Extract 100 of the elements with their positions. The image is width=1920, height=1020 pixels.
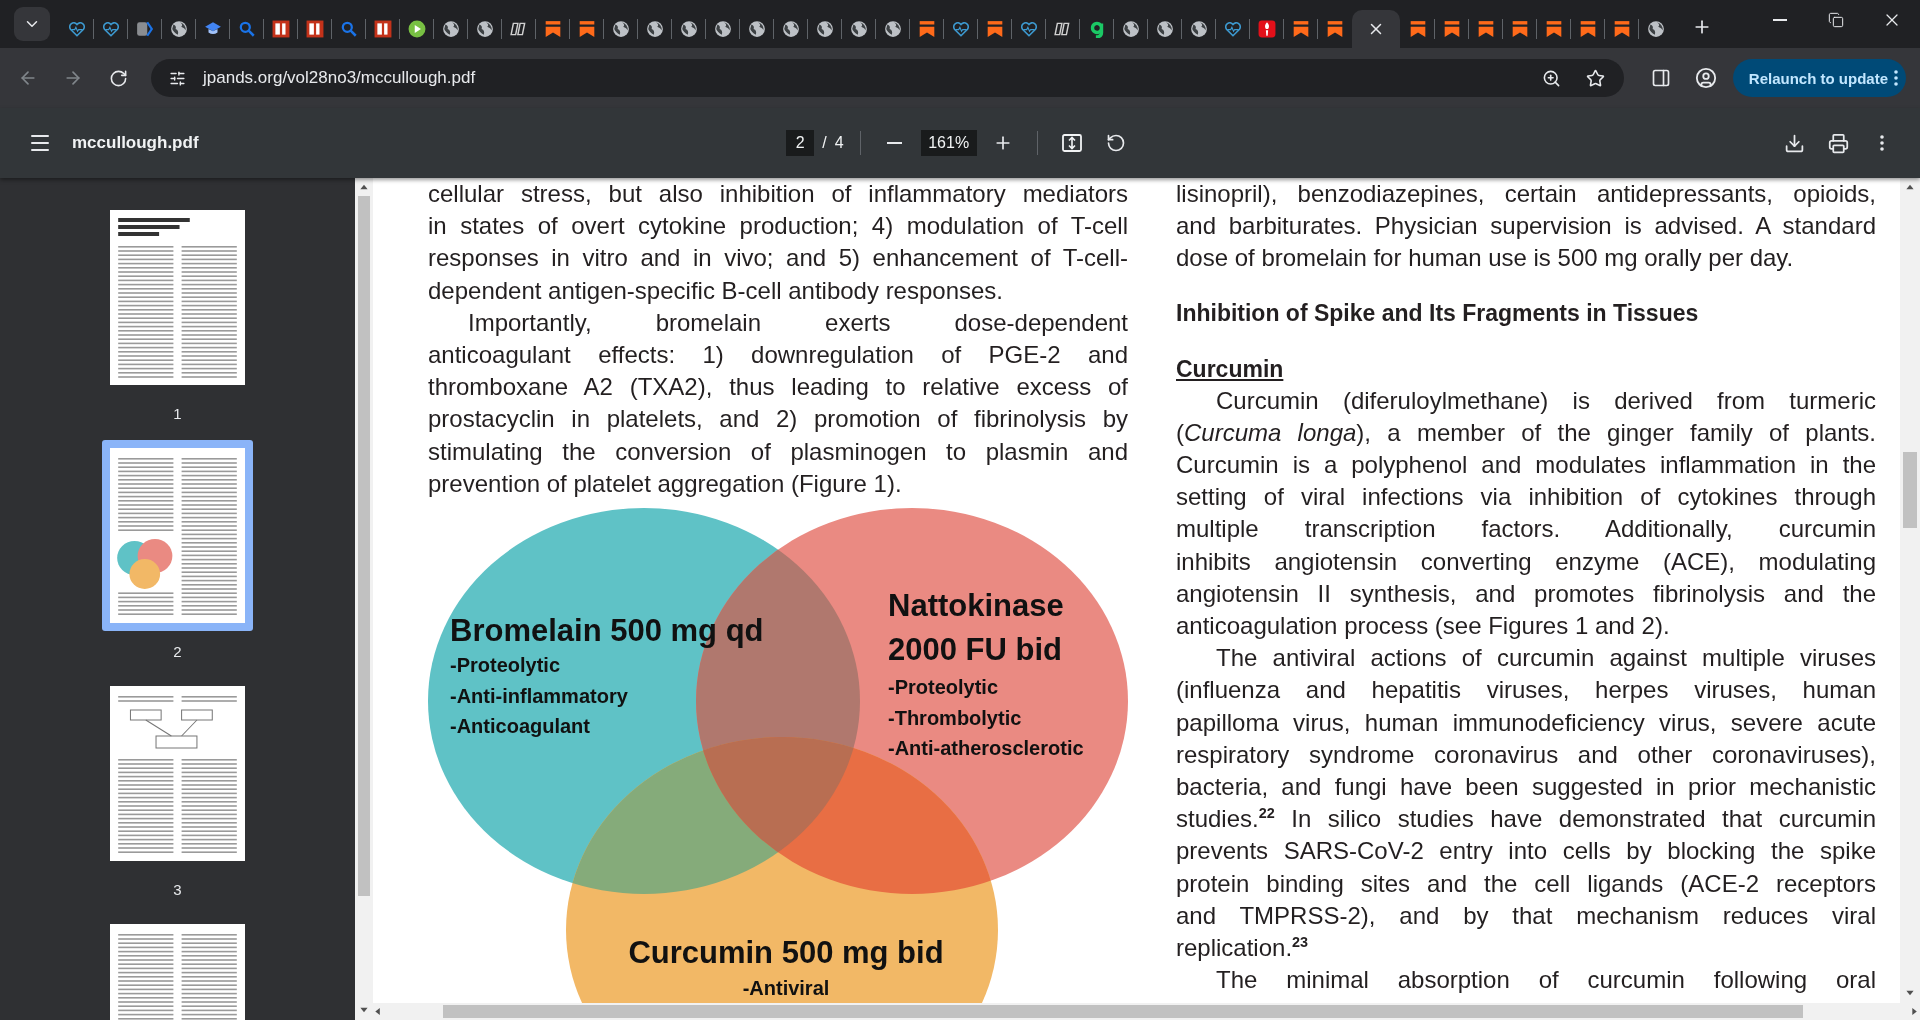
download-icon	[1783, 132, 1805, 154]
globe-icon	[1155, 20, 1174, 38]
minus-icon	[1773, 19, 1787, 21]
paragraph-text: The minimal absorption of curcumin following oral	[1215, 965, 1876, 996]
address-bar[interactable]: jpands.org/vol28no3/mccullough.pdf	[151, 59, 1624, 97]
bookmark-icon	[1408, 20, 1427, 38]
bookmark-icon	[985, 20, 1004, 38]
venn-item: -Thrombolytic	[888, 705, 1022, 731]
logo-icon	[271, 20, 290, 38]
venn-item: -Proteolytic	[888, 675, 999, 701]
page-number-field[interactable]: 2	[786, 130, 815, 156]
scroll-left-icon[interactable]	[373, 1007, 383, 1016]
bookmark-icon	[917, 20, 936, 38]
scrollbar-thumb[interactable]	[443, 1005, 1803, 1018]
horizontal-scrollbar[interactable]	[373, 1003, 1920, 1020]
globe-icon	[475, 20, 494, 38]
more-icon	[1894, 70, 1898, 86]
globe-icon	[815, 20, 834, 38]
url-text: jpands.org/vol28no3/mccullough.pdf	[203, 68, 477, 88]
rotate-icon	[1105, 133, 1126, 153]
search-icon	[339, 20, 358, 38]
paragraph-text: lisinopril), benzodiazepines, certain antidepressants, opioids, and barbiturates. Physician supervision is advised. A standard dose of bromelain for human use is 500 mg orally per day.	[1176, 179, 1876, 274]
globe-icon	[713, 20, 732, 38]
more-icon	[1880, 135, 1884, 151]
side-panel-icon	[1650, 68, 1671, 88]
print-icon	[1827, 132, 1849, 154]
bookmark-icon	[1544, 20, 1563, 38]
scroll-up-icon[interactable]	[359, 183, 369, 192]
bookmark-icon	[1291, 20, 1310, 38]
scrollbar-thumb[interactable]	[1903, 452, 1917, 528]
bookmark-icon	[577, 20, 596, 38]
page-number-label: 1	[173, 405, 182, 422]
section-heading: Inhibition of Spike and Its Fragments in Tissues	[1176, 298, 1700, 328]
venn-item: -Anti-atherosclerotic	[888, 736, 1084, 762]
heart-icon	[1019, 20, 1038, 38]
globe-icon	[611, 20, 630, 38]
play-icon	[407, 20, 426, 38]
venn-item: -Anti-inflammatory	[450, 683, 628, 709]
page-number-label: 3	[173, 881, 182, 898]
bookmark-icon	[1578, 20, 1597, 38]
logo-icon	[509, 20, 528, 38]
heart-icon	[1223, 20, 1242, 38]
globe-icon	[645, 20, 664, 38]
file-name: mccullough.pdf	[72, 133, 199, 153]
scroll-up-icon[interactable]	[1905, 183, 1915, 192]
relaunch-button[interactable]: Relaunch to update	[1732, 59, 1906, 97]
venn-title: Nattokinase	[888, 587, 1064, 626]
globe-icon	[781, 20, 800, 38]
logo-icon	[373, 20, 392, 38]
fit-page-icon	[1060, 132, 1083, 154]
restore-icon	[1828, 12, 1844, 28]
scroll-right-icon[interactable]	[1910, 1007, 1920, 1016]
heart-icon	[951, 20, 970, 38]
star-icon	[1586, 68, 1606, 88]
tab-search-button[interactable]	[14, 7, 50, 41]
paragraph-text: The antiviral actions of curcumin against multiple viruses (influenza and hepatitis viruses, herpes viruses, human papilloma virus, human immunodeficiency virus, severe acute respiratory syndrome coronavirus and other coronaviruses), bacteria, and fungi have been suggested in prior mechanistic studies.$^{22}$ In silico studies have demonstrated that curcumin prevents SARS-CoV-2 entry into cells by blocking the spike protein binding sites and the cell ligands (ACE-2 receptors and TMPRSS-2), and by that mechanism reduces viral replication.$^{23}$	[1176, 643, 1876, 964]
globe-icon	[883, 20, 902, 38]
globe-icon	[747, 20, 766, 38]
bookmark-icon	[1476, 20, 1495, 38]
page-separator: /	[822, 134, 827, 152]
globe-icon	[1646, 20, 1665, 38]
page-thumbnail[interactable]	[102, 440, 253, 631]
reload-icon	[108, 68, 128, 88]
heart-icon	[101, 20, 120, 38]
paragraph-text: Importantly, bromelain exerts dose-dependent anticoagulant effects: 1) downregulation of PGE-2 and thromboxane A2 (TXA2), thus leading to relative excess of prostacyclin in platelets, and 2) promotion of fibrinolysis by stimulating the conversion of plasminogen to plasmin and prevention of platelet aggregation (Figure 1).	[428, 307, 1128, 499]
paragraph-text: cellular stress, but also inhibition of inflammatory mediators in states of overt cytokine production; 4) modulation of T-cell responses in vitro and in vivo; and 5) enhancement of T-cell- dependent antigen-specific B-cell antibody responses.	[428, 179, 1128, 306]
globe-icon	[1121, 20, 1140, 38]
page-count: 4	[834, 134, 844, 152]
venn-title: Bromelain 500 mg qd	[450, 612, 764, 651]
flame-icon	[1257, 20, 1276, 38]
scrollbar-thumb[interactable]	[358, 196, 370, 896]
scroll-down-icon[interactable]	[1905, 989, 1915, 998]
subsection-heading: Curcumin	[1176, 354, 1284, 384]
globe-icon	[1189, 20, 1208, 38]
chevron-icon	[135, 20, 154, 38]
bookmark-icon	[543, 20, 562, 38]
zoom-in-icon	[1542, 68, 1562, 88]
heart-icon	[67, 20, 86, 38]
vertical-scrollbar[interactable]	[355, 178, 373, 1020]
paragraph-text: Curcumin (diferuloylmethane) is derived from turmeric (Curcuma longa), a member of the ginger family of plants. Curcumin is a polyphenol and modulates inflammation in the setting of viral infections via inhibition of cytokines through multiple transcription factors. Additionally, curcumin inhibits angiotensin converting enzyme (ACE), modulating angiotensin II synthesis, and promotes fibrinolysis and the anticoagulation process (see Figures 1 and 2).	[1176, 385, 1876, 642]
venn-title: Curcumin 500 mg bid	[628, 934, 944, 973]
avatar-icon	[1694, 67, 1717, 89]
bookmark-icon	[1325, 20, 1344, 38]
globe-icon	[679, 20, 698, 38]
search-icon	[237, 20, 256, 38]
vertical-scrollbar[interactable]	[1900, 178, 1920, 1003]
globe-icon	[849, 20, 868, 38]
scroll-down-icon[interactable]	[359, 1006, 369, 1015]
globe-icon	[169, 20, 188, 38]
zoom-field[interactable]: 161%	[920, 130, 977, 156]
venn-item: -Proteolytic	[450, 653, 561, 679]
venn-item: -Antiviral	[742, 976, 830, 1002]
globe-icon	[441, 20, 460, 38]
sliders-icon	[168, 69, 186, 87]
bookmark-icon	[1612, 20, 1631, 38]
minus-icon	[887, 142, 903, 144]
logo-icon	[1053, 20, 1072, 38]
bookmark-icon	[1442, 20, 1461, 38]
venn-title: 2000 FU bid	[888, 631, 1062, 670]
bookmark-icon	[1510, 20, 1529, 38]
